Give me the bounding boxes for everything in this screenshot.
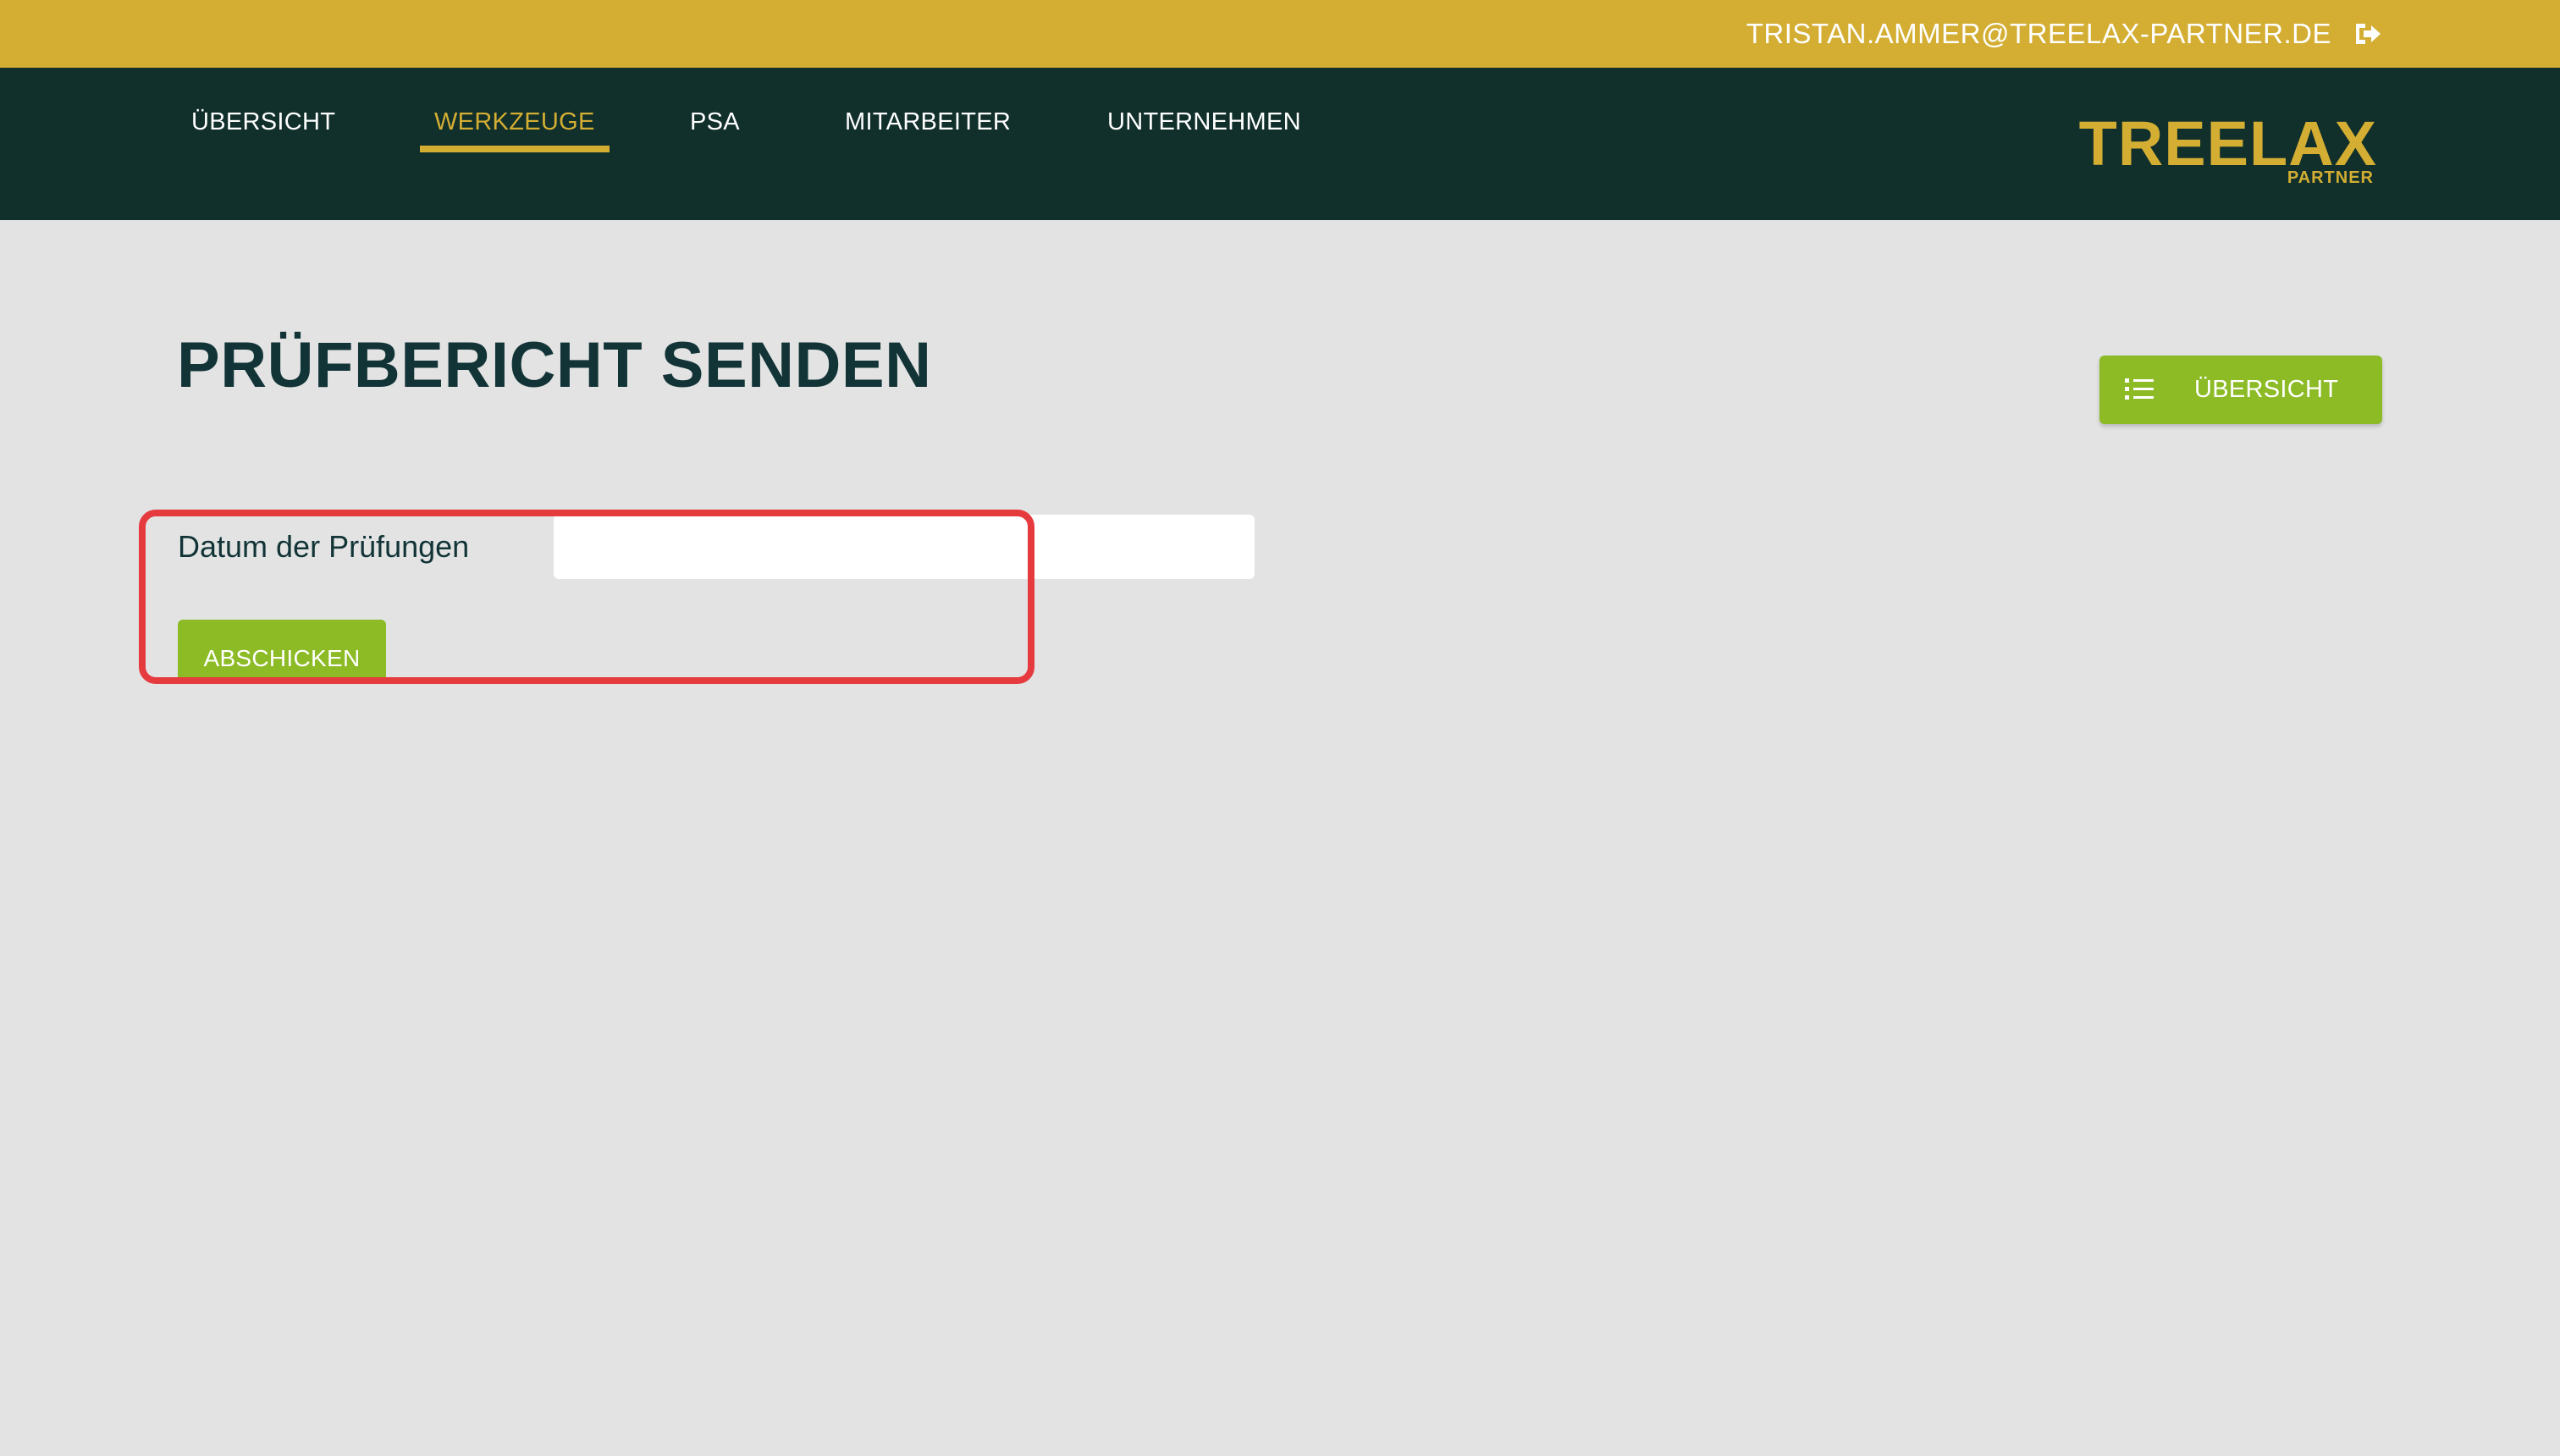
treelax-logo[interactable]: TREELAX PARTNER (2079, 110, 2377, 188)
logo-subtitle: PARTNER (2287, 168, 2374, 187)
date-field-label: Datum der Prüfungen (178, 529, 470, 564)
nav-item-label: ÜBERSICHT (191, 108, 336, 135)
overview-button[interactable]: ÜBERSICHT (2099, 356, 2382, 424)
nav-item-label: MITARBEITER (845, 108, 1012, 135)
nav-item-psa[interactable]: PSA (690, 105, 740, 152)
date-input[interactable] (554, 515, 1255, 579)
active-tab-indicator (420, 146, 610, 152)
page-title: PRÜFBERICHT SENDEN (177, 329, 932, 401)
submit-button[interactable]: ABSCHICKEN (178, 620, 386, 682)
sign-out-icon[interactable] (2353, 20, 2384, 47)
nav-item-mitarbeiter[interactable]: MITARBEITER (845, 105, 1011, 152)
user-email[interactable]: TRISTAN.AMMER@TREELAX-PARTNER.DE (1746, 16, 2331, 52)
nav-item-label: WERKZEUGE (434, 108, 595, 135)
overview-button-label: ÜBERSICHT (2194, 376, 2339, 403)
nav-item-werkzeuge[interactable]: WERKZEUGE (420, 105, 610, 152)
top-utility-bar: TRISTAN.AMMER@TREELAX-PARTNER.DE (0, 0, 2560, 68)
nav-item-label: PSA (690, 108, 740, 135)
nav-item-uebersicht[interactable]: ÜBERSICHT (191, 105, 335, 152)
nav-item-unternehmen[interactable]: UNTERNEHMEN (1107, 105, 1301, 152)
nav-item-label: UNTERNEHMEN (1107, 108, 1301, 135)
list-icon (2125, 377, 2154, 402)
